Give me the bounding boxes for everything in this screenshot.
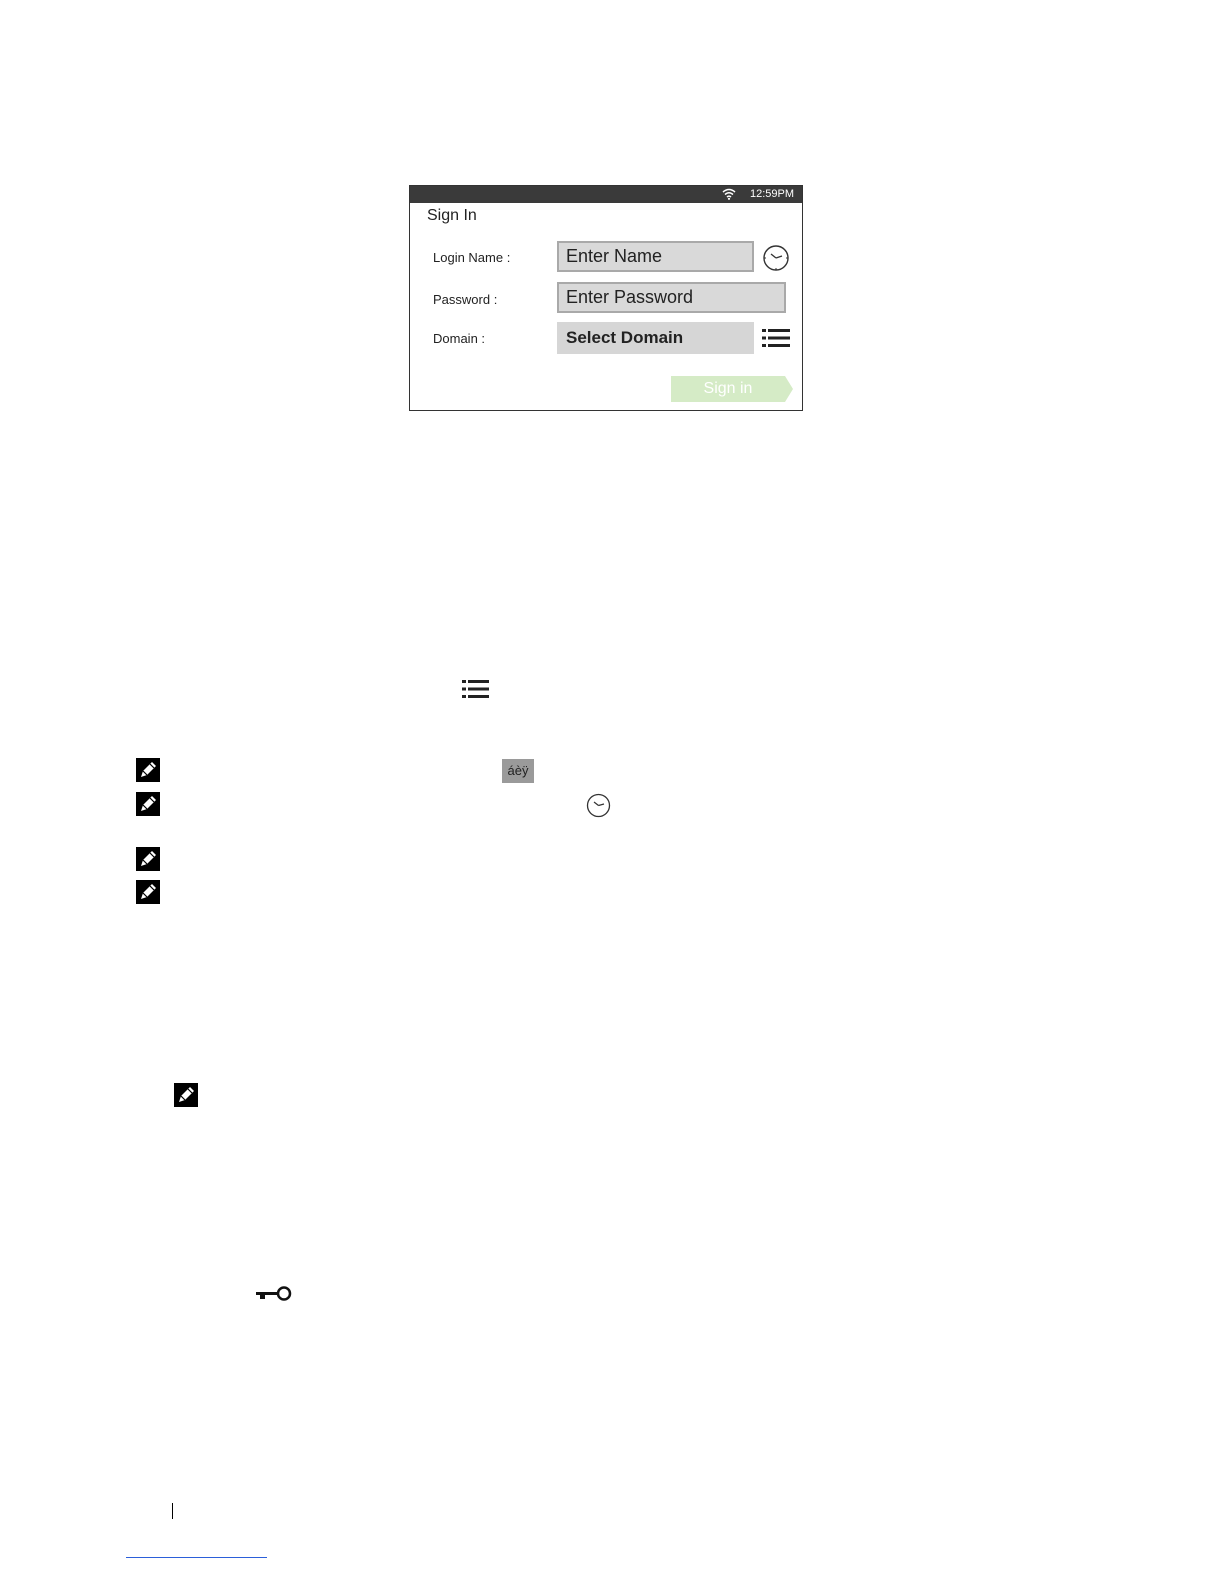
key-icon: [256, 1286, 292, 1301]
note-icon: [174, 1083, 198, 1107]
status-time: 12:59PM: [749, 188, 794, 200]
footer-link-underline[interactable]: [126, 1557, 267, 1558]
accent-characters-button: áèÿ: [502, 759, 534, 783]
list-icon[interactable]: [762, 328, 790, 348]
login-name-field[interactable]: Enter Name: [557, 241, 754, 272]
domain-select[interactable]: Select Domain: [557, 322, 754, 354]
password-label: Password :: [433, 292, 498, 307]
note-icon: [136, 880, 160, 904]
list-icon: [462, 680, 489, 698]
history-clock-icon: [586, 793, 611, 818]
note-icon: [136, 758, 160, 782]
password-field[interactable]: Enter Password: [557, 282, 786, 313]
sign-in-button-label: Sign in: [703, 380, 753, 397]
domain-label: Domain :: [433, 331, 486, 346]
status-bar: 12:59PM: [410, 186, 802, 203]
note-icon: [136, 847, 160, 871]
login-name-label: Login Name :: [433, 250, 511, 265]
footer-divider: [172, 1503, 173, 1519]
wifi-icon: [722, 188, 736, 200]
sign-in-screen: 12:59PM Sign In Login Name : Enter Name …: [409, 185, 803, 411]
history-clock-icon[interactable]: [762, 244, 790, 272]
screen-title: Sign In: [427, 207, 477, 224]
note-icon: [136, 792, 160, 816]
